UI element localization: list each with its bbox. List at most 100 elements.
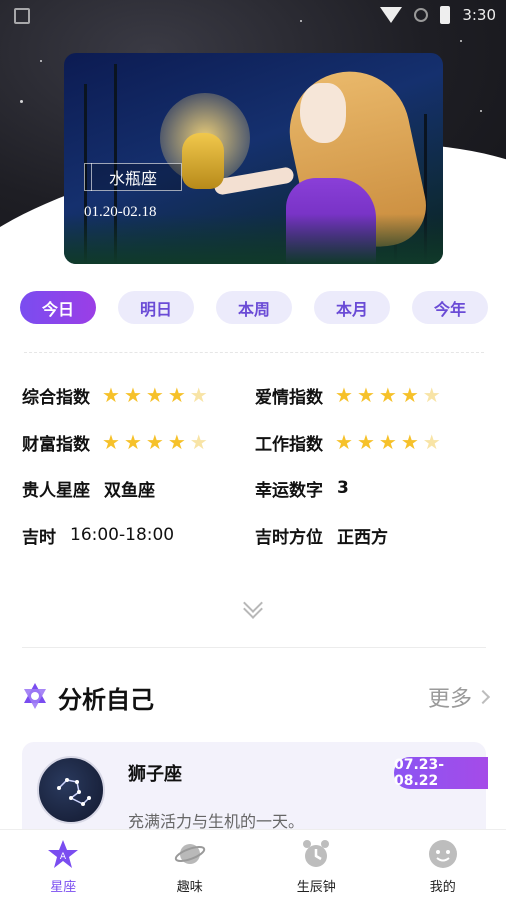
star-filled-icon: ★: [123, 383, 142, 407]
star-filled-icon: ★: [400, 430, 419, 454]
signal-icon: [414, 8, 429, 22]
noble-sign-value: 双鱼座: [104, 480, 155, 501]
svg-text:A: A: [60, 852, 67, 862]
star-filled-icon: ★: [167, 383, 186, 407]
fortune-row: 综合指数 ★ ★ ★ ★ ★ 爱情指数 ★ ★ ★ ★ ★: [22, 380, 492, 410]
tab-tomorrow[interactable]: 明日: [118, 291, 194, 324]
zodiac-sign-label: 水瓶座: [108, 169, 157, 188]
nav-item-constellation[interactable]: A 星座: [0, 830, 127, 900]
expand-chevron-icon[interactable]: [238, 593, 272, 620]
planet-icon: [174, 844, 205, 864]
love-index: 爱情指数 ★ ★ ★ ★ ★: [255, 380, 441, 410]
fortune-row: 吉时 16:00-18:00 吉时方位 正西方: [22, 520, 492, 550]
lucky-number-label: 幸运数字: [255, 480, 323, 501]
status-bar: 3:30: [0, 0, 506, 32]
lucky-time-value: 16:00-18:00: [70, 525, 175, 545]
star-filled-icon: ★: [102, 430, 120, 454]
star-filled-icon: ★: [400, 383, 419, 407]
overall-rating: ★ ★ ★ ★ ★: [102, 385, 208, 405]
section-divider: [22, 647, 486, 648]
star-empty-icon: ★: [422, 383, 441, 407]
battery-icon: [440, 6, 451, 24]
zodiac-date-range: 01.20-02.18: [84, 204, 157, 220]
wealth-index-label: 财富指数: [22, 434, 90, 455]
nav-label: 我的: [429, 880, 456, 895]
grass-foreground: [64, 214, 443, 264]
star-empty-icon: ★: [189, 430, 208, 454]
dashed-divider: [24, 352, 484, 353]
wealth-index: 财富指数 ★ ★ ★ ★ ★: [22, 427, 208, 457]
wifi-icon: [380, 7, 403, 23]
leo-constellation-avatar: [37, 756, 105, 824]
card-sign-name: 狮子座: [128, 764, 182, 785]
nav-item-fun[interactable]: 趣味: [127, 830, 254, 900]
face-icon: [428, 840, 457, 868]
work-index-label: 工作指数: [255, 434, 323, 455]
nav-label: 生辰钟: [296, 880, 336, 895]
lucky-number-value: 3: [337, 478, 349, 498]
lucky-time: 吉时 16:00-18:00: [22, 520, 174, 550]
star-filled-icon: ★: [102, 383, 120, 407]
fortune-row: 贵人星座 双鱼座 幸运数字 3: [22, 473, 492, 503]
bottom-navigation: A 星座 趣味 生辰钟 我的: [0, 829, 506, 900]
nav-label: 趣味: [176, 880, 203, 895]
star-dot: [20, 100, 23, 103]
tab-this-week[interactable]: 本周: [216, 291, 292, 324]
nav-label: 星座: [50, 880, 77, 895]
overall-index: 综合指数 ★ ★ ★ ★ ★: [22, 380, 208, 410]
notification-icon: [14, 8, 30, 24]
star-filled-icon: ★: [335, 430, 353, 454]
period-tabs: 今日 明日 本周 本月 今年: [20, 291, 488, 325]
zodiac-sign-name: 水瓶座: [84, 163, 182, 191]
status-indicators: 3:30: [380, 6, 496, 24]
lucky-direction: 吉时方位 正西方: [255, 520, 388, 550]
tab-this-year[interactable]: 今年: [412, 291, 488, 324]
wealth-rating: ★ ★ ★ ★ ★: [102, 432, 208, 452]
lucky-direction-label: 吉时方位: [255, 527, 323, 548]
maiden-face: [300, 83, 346, 143]
star-empty-icon: ★: [189, 383, 208, 407]
chevron-right-icon: [475, 689, 491, 705]
star-filled-icon: ★: [167, 430, 186, 454]
zodiac-analysis-card[interactable]: 狮子座 07.23-08.22 充满活力与生机的一天。: [22, 742, 488, 842]
noble-sign-label: 贵人星座: [22, 480, 90, 501]
star-empty-icon: ★: [422, 430, 441, 454]
constellation-icon: [57, 778, 91, 806]
love-index-label: 爱情指数: [255, 387, 323, 408]
star-dot: [460, 40, 462, 42]
tab-this-month[interactable]: 本月: [314, 291, 390, 324]
golden-vase-icon: [182, 133, 224, 189]
more-link[interactable]: 更多: [427, 681, 491, 713]
nav-item-birth-clock[interactable]: 生辰钟: [253, 830, 380, 900]
noble-sign: 贵人星座 双鱼座: [22, 473, 155, 503]
zodiac-hero-card[interactable]: [64, 53, 443, 264]
lucky-time-label: 吉时: [22, 527, 56, 548]
star-filled-icon: ★: [378, 383, 397, 407]
star-filled-icon: ★: [356, 383, 375, 407]
star-filled-icon: ★: [356, 430, 375, 454]
card-date-badge: 07.23-08.22: [394, 757, 488, 789]
nav-item-mine[interactable]: 我的: [380, 830, 506, 900]
work-rating: ★ ★ ★ ★ ★: [335, 432, 441, 452]
status-time: 3:30: [462, 6, 496, 24]
star-dot: [40, 60, 42, 62]
hexagram-icon: [24, 683, 46, 709]
star-filled-icon: ★: [145, 383, 164, 407]
fortune-row: 财富指数 ★ ★ ★ ★ ★ 工作指数 ★ ★ ★ ★ ★: [22, 427, 492, 457]
star-dot: [480, 110, 482, 112]
star-filled-icon: ★: [378, 430, 397, 454]
love-rating: ★ ★ ★ ★ ★: [335, 385, 441, 405]
lucky-number: 幸运数字 3: [255, 473, 349, 503]
lucky-direction-value: 正西方: [337, 527, 388, 548]
section-title: 分析自己: [58, 686, 154, 714]
sign-label-bracket: [84, 163, 92, 191]
star-filled-icon: ★: [145, 430, 164, 454]
star-filled-icon: ★: [123, 430, 142, 454]
overall-index-label: 综合指数: [22, 387, 90, 408]
more-label: 更多: [427, 687, 472, 712]
star-badge-icon: A: [48, 840, 79, 868]
work-index: 工作指数 ★ ★ ★ ★ ★: [255, 427, 441, 457]
alarm-clock-icon: [303, 840, 330, 867]
star-filled-icon: ★: [335, 383, 353, 407]
tab-today[interactable]: 今日: [20, 291, 96, 324]
